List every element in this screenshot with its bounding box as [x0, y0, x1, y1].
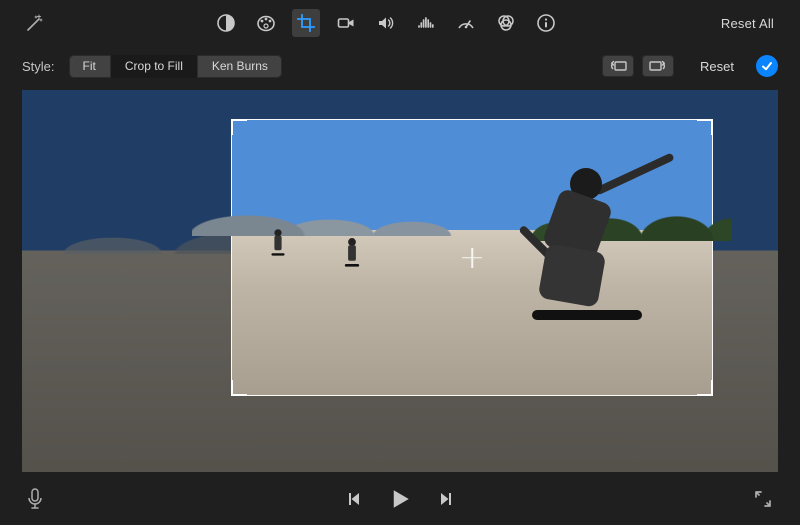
play-button[interactable] [389, 488, 411, 510]
clip-info-tool[interactable] [532, 9, 560, 37]
speaker-icon [376, 13, 396, 33]
voiceover-button[interactable] [26, 488, 44, 510]
apply-crop-button[interactable] [756, 55, 778, 77]
crop-handle-top-right[interactable] [697, 119, 713, 135]
color-correction-tool[interactable] [252, 9, 280, 37]
rotate-cw-button[interactable] [642, 55, 674, 77]
video-camera-icon [336, 13, 356, 33]
expand-icon [754, 490, 772, 508]
style-crop-to-fill[interactable]: Crop to Fill [111, 55, 198, 78]
rotate-cw-icon [648, 59, 668, 73]
volume-tool[interactable] [372, 9, 400, 37]
reset-crop-button[interactable]: Reset [700, 59, 734, 74]
color-filter-tool[interactable] [492, 9, 520, 37]
rotate-ccw-button[interactable] [602, 55, 634, 77]
play-icon [389, 488, 412, 511]
previous-button[interactable] [343, 488, 365, 510]
gauge-icon [456, 13, 476, 33]
playback-bar [0, 473, 800, 525]
adjustment-tools [212, 9, 560, 37]
auto-enhance-button[interactable] [22, 10, 48, 36]
style-segmented-control: Fit Crop to Fill Ken Burns [69, 55, 282, 78]
check-icon [761, 60, 773, 72]
preview-viewer[interactable] [22, 90, 778, 472]
stabilization-tool[interactable] [332, 9, 360, 37]
info-icon [536, 13, 556, 33]
crop-icon [296, 13, 316, 33]
magic-wand-icon [25, 13, 45, 33]
fullscreen-button[interactable] [752, 488, 774, 510]
top-toolbar: Reset All [0, 0, 800, 46]
crop-rectangle[interactable] [232, 120, 712, 395]
skip-back-icon [346, 491, 362, 507]
rotate-ccw-icon [608, 59, 628, 73]
style-label: Style: [22, 59, 55, 74]
style-fit[interactable]: Fit [69, 55, 111, 78]
style-ken-burns[interactable]: Ken Burns [198, 55, 282, 78]
crop-handle-top-left[interactable] [231, 119, 247, 135]
color-balance-tool[interactable] [212, 9, 240, 37]
transport-controls [343, 488, 457, 510]
equalizer-icon [416, 13, 436, 33]
noise-eq-tool[interactable] [412, 9, 440, 37]
microphone-icon [26, 488, 44, 510]
crop-center-crosshair [462, 248, 482, 268]
skip-forward-icon [438, 491, 454, 507]
crop-handle-bottom-left[interactable] [231, 380, 247, 396]
crop-handle-bottom-right[interactable] [697, 380, 713, 396]
crop-tool[interactable] [292, 9, 320, 37]
venn-icon [496, 13, 516, 33]
speed-tool[interactable] [452, 9, 480, 37]
crop-options-bar: Style: Fit Crop to Fill Ken Burns Reset [0, 46, 800, 86]
half-circle-icon [216, 13, 236, 33]
next-button[interactable] [435, 488, 457, 510]
palette-icon [256, 13, 276, 33]
reset-all-button[interactable]: Reset All [717, 14, 778, 33]
rotate-buttons [602, 55, 674, 77]
